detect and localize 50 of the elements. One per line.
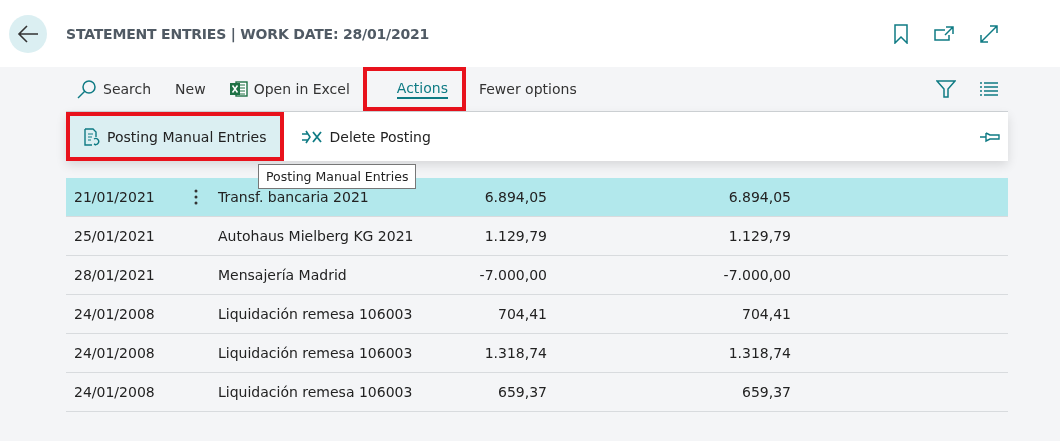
table-cell-text: 6.894,05 (483, 189, 547, 205)
table-row[interactable]: 24/01/2008 Liquidación remesa 106003 659,37 659,37 (66, 373, 1008, 412)
bookmark-icon[interactable] (894, 23, 908, 44)
table-cell-text: Liquidación remesa 106003 (218, 345, 414, 361)
table-cell-text: 659,37 (741, 384, 791, 400)
table-row[interactable]: 24/01/2008 Liquidación remesa 106003 704,41 704,41 (66, 295, 1008, 334)
document-icon (84, 127, 100, 146)
toolbar-button[interactable]: Fewer options (467, 67, 588, 111)
table-cell-text: 1.129,79 (727, 228, 791, 244)
table-cell-text: 24/01/2008 (73, 306, 156, 322)
table-cell-text: 1.129,79 (483, 228, 547, 244)
menu-action[interactable]: Delete Posting (284, 112, 449, 161)
table-cell-text: Mensajería Madrid (218, 267, 348, 283)
toolbar-button[interactable]: Open in Excel (218, 67, 361, 111)
table-cell-text: 659,37 (497, 384, 547, 400)
table-cell-text: Liquidación remesa 106003 (218, 306, 414, 322)
menu-action[interactable]: Posting Manual Entries (66, 112, 285, 161)
table-cell-text: Autohaus Mielberg KG 2021 (218, 228, 415, 244)
table-cell-text: 6.894,05 (727, 189, 791, 205)
back-button[interactable] (9, 14, 47, 53)
filter-icon[interactable] (936, 80, 956, 98)
table-cell-text: 25/01/2021 (73, 228, 156, 244)
table-cell-text: 704,41 (741, 306, 791, 322)
list-view-icon[interactable] (980, 82, 998, 96)
toolbar-button[interactable]: New (164, 67, 217, 111)
search-icon (77, 79, 97, 99)
table-cell-text: 24/01/2008 (73, 384, 156, 400)
table-cell-text: Liquidación remesa 106003 (218, 384, 414, 400)
table-row[interactable]: 25/01/2021 Autohaus Mielberg KG 2021 1.129,79 1.129,79 (66, 217, 1008, 256)
tooltip: Posting Manual Entries (258, 164, 417, 189)
table-cell-text: 28/01/2021 (73, 267, 156, 283)
page-title: STATEMENT ENTRIES | WORK DATE: 28/01/2021 (66, 25, 430, 42)
table-cell-text: 24/01/2008 (73, 345, 156, 361)
more-options-icon[interactable] (194, 189, 198, 205)
arrow-x-icon (302, 129, 323, 144)
table-row[interactable]: 24/01/2008 Liquidación remesa 106003 1.318,74 1.318,74 (66, 334, 1008, 373)
table-cell-text: -7.000,00 (478, 267, 547, 283)
spreadsheet-icon (229, 80, 248, 98)
table-cell-text: 704,41 (497, 306, 547, 322)
back-arrow-icon (17, 24, 39, 43)
table-cell-text: 21/01/2021 (73, 189, 156, 205)
table-cell-text: 1.318,74 (727, 345, 791, 361)
open-new-window-icon[interactable] (934, 25, 954, 42)
table-row[interactable]: 28/01/2021 Mensajería Madrid -7.000,00 -7.000,00 (66, 256, 1008, 295)
table-cell-text: 1.318,74 (483, 345, 547, 361)
expand-icon[interactable] (980, 24, 998, 43)
table-cell-text: Transf. bancaria 2021 (218, 189, 370, 205)
table-cell-text: -7.000,00 (722, 267, 791, 283)
toolbar-button[interactable]: Search (66, 67, 163, 111)
pin-icon[interactable] (980, 130, 1000, 143)
